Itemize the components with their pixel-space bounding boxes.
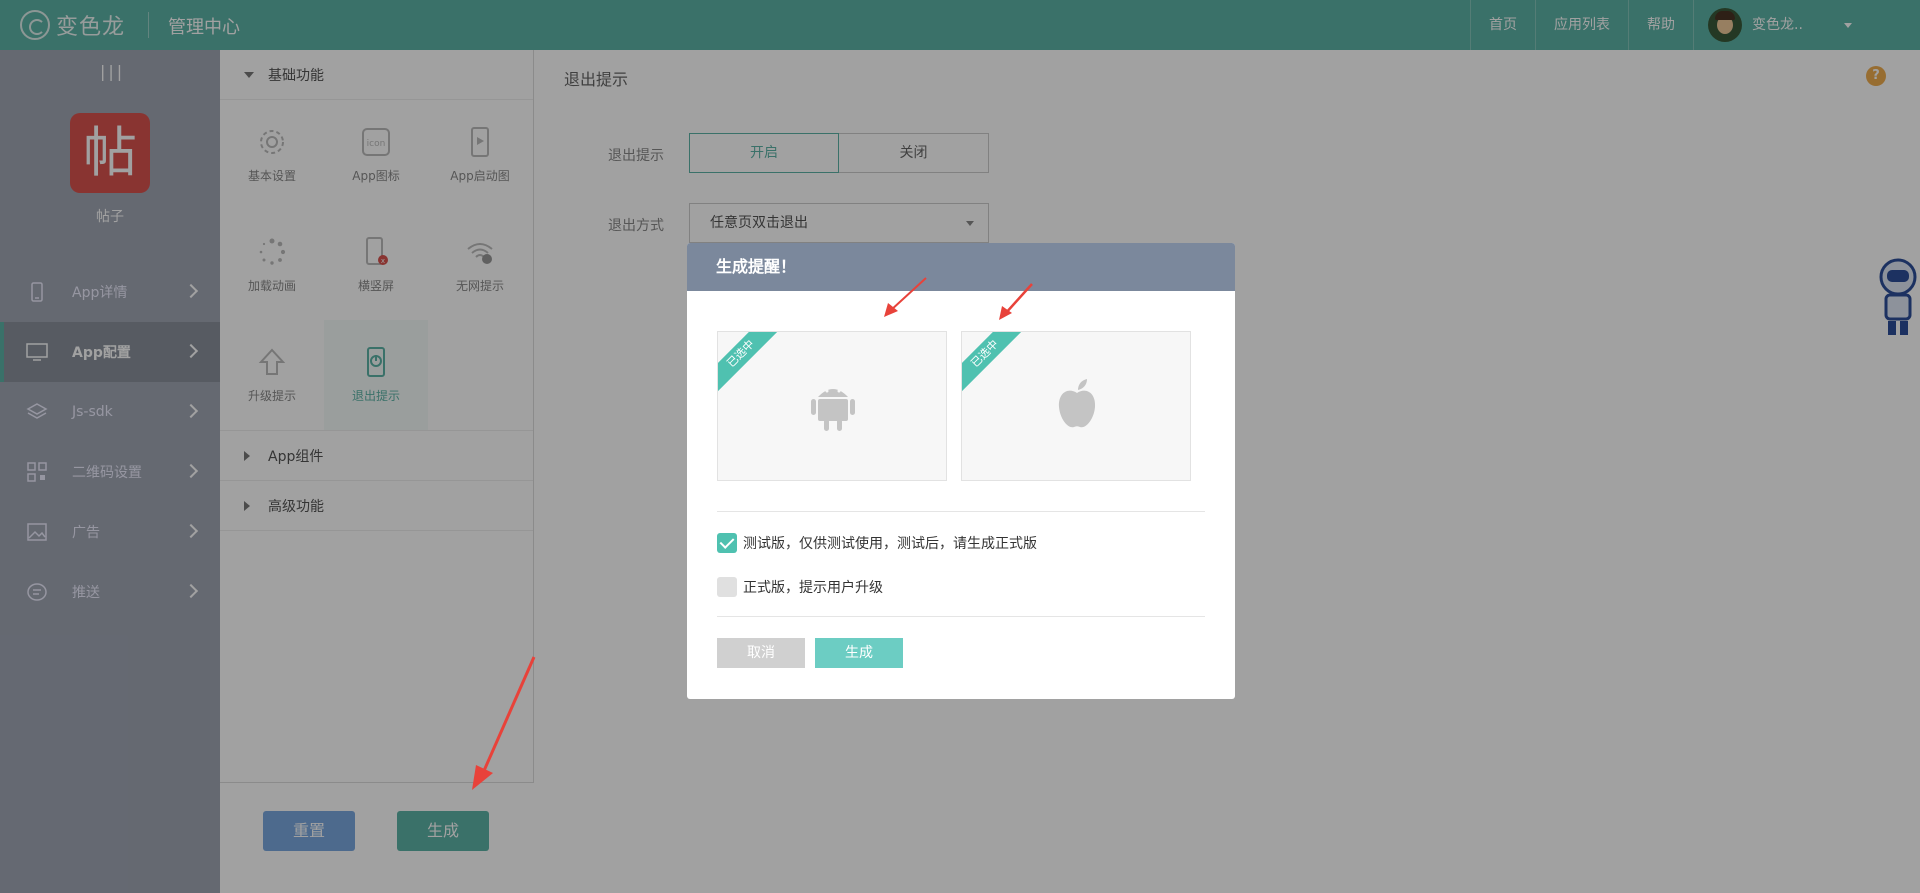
option-test-row[interactable]: 测试版，仅供测试使用，测试后，请生成正式版 xyxy=(717,533,1037,553)
release-version-checkbox[interactable] xyxy=(717,577,737,597)
selected-badge: 已选中 xyxy=(718,332,780,393)
modal-divider xyxy=(717,616,1205,617)
annotation-arrow xyxy=(884,277,927,317)
android-icon xyxy=(811,389,855,431)
modal-divider xyxy=(717,511,1205,512)
platform-android[interactable]: 已选中 xyxy=(717,331,947,481)
platform-ios[interactable]: 已选中 xyxy=(961,331,1191,481)
option-release-row[interactable]: 正式版，提示用户升级 xyxy=(717,577,883,597)
platform-options: 已选中 已选中 xyxy=(717,331,1191,481)
generate-modal: 生成提醒！ 已选中 已选中 测试版，仅供测试使用，测试后，请生成正式版 正式版，… xyxy=(687,243,1235,699)
test-version-checkbox[interactable] xyxy=(717,533,737,553)
modal-title: 生成提醒！ xyxy=(687,243,1235,291)
annotation-arrow xyxy=(472,656,536,790)
selected-badge: 已选中 xyxy=(962,332,1024,393)
apple-icon xyxy=(1058,379,1096,428)
option-test-label: 测试版，仅供测试使用，测试后，请生成正式版 xyxy=(743,536,1037,552)
cancel-button[interactable]: 取消 xyxy=(717,638,805,668)
modal-generate-button[interactable]: 生成 xyxy=(815,638,903,668)
annotation-arrow xyxy=(999,283,1033,320)
option-release-label: 正式版，提示用户升级 xyxy=(743,580,883,596)
